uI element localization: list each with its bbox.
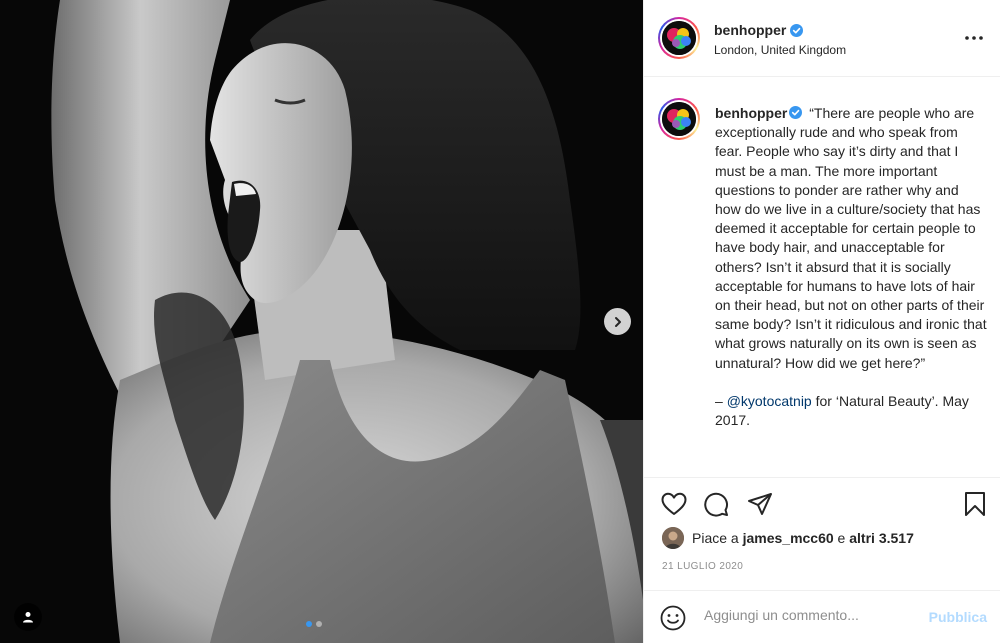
publish-button[interactable]: Pubblica <box>929 609 987 625</box>
carousel-indicator <box>306 621 322 627</box>
emoji-button[interactable] <box>660 605 686 636</box>
comment-button[interactable] <box>702 490 730 518</box>
post-header: benhopper London, United Kingdom <box>644 0 1000 77</box>
verified-badge-icon <box>790 23 804 37</box>
caption-credit-dash: – <box>715 393 727 410</box>
caption-section: benhopper “There are people who are exce… <box>644 78 1000 476</box>
post-side-panel: benhopper London, United Kingdom benhopp… <box>643 0 1000 643</box>
more-options-button[interactable] <box>962 28 986 48</box>
author-username[interactable]: benhopper <box>714 22 786 38</box>
verified-badge-icon <box>789 106 803 119</box>
chevron-right-icon <box>614 316 621 327</box>
avatar-image <box>662 102 696 136</box>
share-button[interactable] <box>746 490 774 518</box>
photo-image <box>0 0 643 643</box>
liker-avatar-image <box>662 527 684 549</box>
post-photo[interactable] <box>0 0 643 643</box>
next-image-button[interactable] <box>604 308 631 335</box>
likes-summary: Piace a james_mcc60 e altri 3.517 <box>662 527 914 549</box>
emoji-smile-icon <box>660 605 686 631</box>
like-button[interactable] <box>660 490 688 518</box>
likes-middle: e <box>833 530 850 546</box>
user-tag-icon <box>23 612 33 623</box>
liker-avatar[interactable] <box>662 527 684 549</box>
post-location[interactable]: London, United Kingdom <box>714 43 846 57</box>
likes-user[interactable]: james_mcc60 <box>743 530 834 546</box>
comment-bar: Pubblica <box>644 590 1000 643</box>
save-button[interactable] <box>961 490 989 518</box>
user-tag-button[interactable] <box>14 603 42 631</box>
heart-icon <box>661 492 687 515</box>
paper-plane-icon <box>748 493 772 515</box>
avatar-image <box>662 21 696 55</box>
post-caption: benhopper “There are people who are exce… <box>715 104 987 430</box>
caption-username[interactable]: benhopper <box>715 105 787 121</box>
more-options-icon <box>965 36 983 40</box>
author-avatar[interactable] <box>658 17 700 59</box>
comment-bubble-icon <box>704 492 729 517</box>
likes-others[interactable]: altri 3.517 <box>849 530 914 546</box>
post-date[interactable]: 21 LUGLIO 2020 <box>662 561 743 572</box>
likes-prefix: Piace a <box>692 530 743 546</box>
caption-avatar[interactable] <box>658 98 700 140</box>
caption-mention[interactable]: @kyotocatnip <box>727 393 812 409</box>
caption-text: “There are people who are exceptionally … <box>715 105 987 371</box>
bookmark-icon <box>965 492 985 516</box>
carousel-dot-active <box>306 621 312 627</box>
carousel-dot <box>316 621 322 627</box>
post-actions: Piace a james_mcc60 e altri 3.517 21 LUG… <box>644 477 1000 643</box>
comment-input[interactable] <box>704 607 924 623</box>
